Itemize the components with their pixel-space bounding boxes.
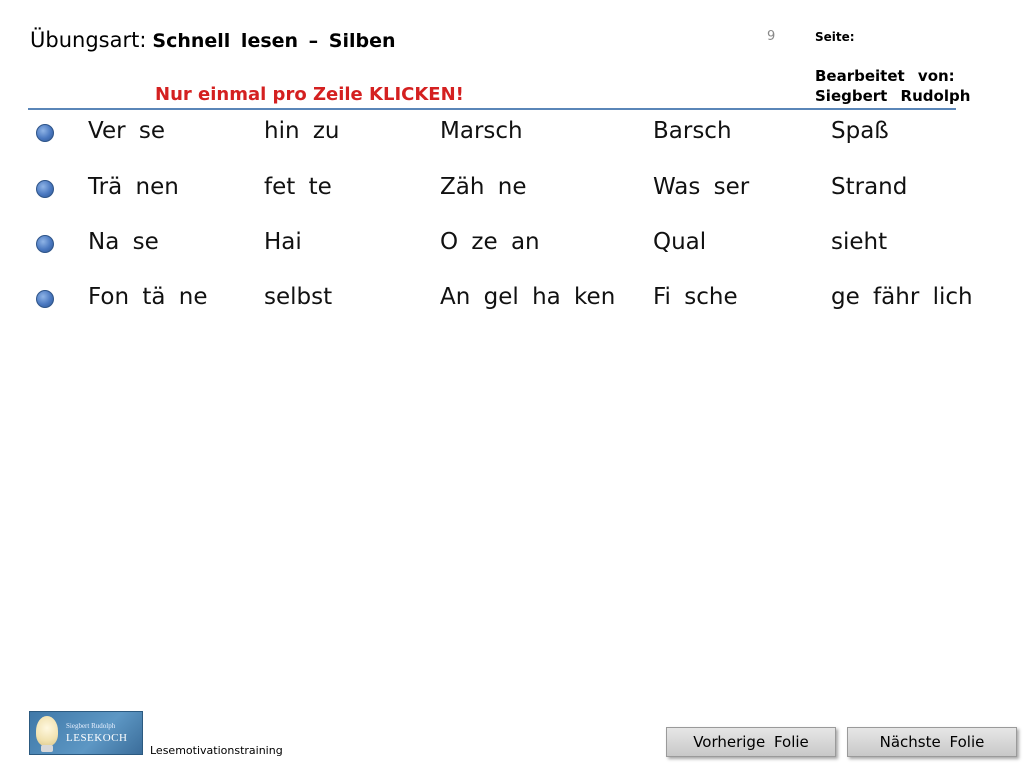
syllable-word: fet te	[264, 174, 332, 200]
instruction-text: Nur einmal pro Zeile KLICKEN!	[155, 84, 464, 105]
previous-slide-button[interactable]: Vorherige Folie	[666, 727, 836, 757]
next-slide-button[interactable]: Nächste Folie	[847, 727, 1017, 757]
logo-brand-text: LESEKOCH	[66, 732, 128, 744]
logo-author-text: Siegbert Rudolph	[66, 722, 116, 730]
edited-by-label: Bearbeitet von:	[815, 67, 955, 85]
syllable-word: Na se	[88, 229, 159, 255]
word-row: Na se Hai O ze an Qual sieht	[0, 221, 1024, 271]
syllable-word: sieht	[831, 229, 888, 255]
syllable-word: Barsch	[653, 118, 732, 144]
slide: Übungsart: Schnell lesen – Silben 9 Seite…	[0, 0, 1024, 768]
footer-label: Lesemotivationstraining	[150, 744, 283, 757]
syllable-word: Marsch	[440, 118, 523, 144]
row-click-bullet-icon[interactable]	[36, 180, 54, 198]
syllable-word: Zäh ne	[440, 174, 527, 200]
light-bulb-icon	[36, 716, 58, 746]
syllable-word: ge fähr lich	[831, 284, 973, 310]
syllable-word: Ver se	[88, 118, 165, 144]
syllable-word: An gel ha ken	[440, 284, 616, 310]
exercise-type-value: Schnell lesen – Silben	[152, 30, 396, 52]
row-click-bullet-icon[interactable]	[36, 124, 54, 142]
word-row: Trä nen fet te Zäh ne Was ser Strand	[0, 166, 1024, 216]
syllable-word: O ze an	[440, 229, 540, 255]
lesekoch-logo: Siegbert Rudolph LESEKOCH	[29, 711, 143, 755]
syllable-word: Strand	[831, 174, 908, 200]
page-number: 9	[767, 29, 776, 44]
row-click-bullet-icon[interactable]	[36, 290, 54, 308]
word-row: Fon tä ne selbst An gel ha ken Fi sche g…	[0, 276, 1024, 326]
syllable-word: Hai	[264, 229, 302, 255]
syllable-word: selbst	[264, 284, 333, 310]
edited-by: Bearbeitet von: Siegbert Rudolph	[815, 66, 970, 106]
syllable-word: Fon tä ne	[88, 284, 208, 310]
syllable-word: hin zu	[264, 118, 340, 144]
row-click-bullet-icon[interactable]	[36, 235, 54, 253]
edited-by-author: Siegbert Rudolph	[815, 87, 971, 105]
page-title: Übungsart: Schnell lesen – Silben	[30, 28, 396, 52]
exercise-type-label: Übungsart:	[30, 28, 147, 52]
syllable-word: Was ser	[653, 174, 750, 200]
syllable-word: Qual	[653, 229, 707, 255]
word-row: Ver se hin zu Marsch Barsch Spaß	[0, 110, 1024, 160]
page-label: Seite:	[815, 30, 855, 44]
light-bulb-base-icon	[41, 745, 53, 752]
syllable-word: Fi sche	[653, 284, 738, 310]
syllable-word: Spaß	[831, 118, 889, 144]
syllable-word: Trä nen	[88, 174, 179, 200]
